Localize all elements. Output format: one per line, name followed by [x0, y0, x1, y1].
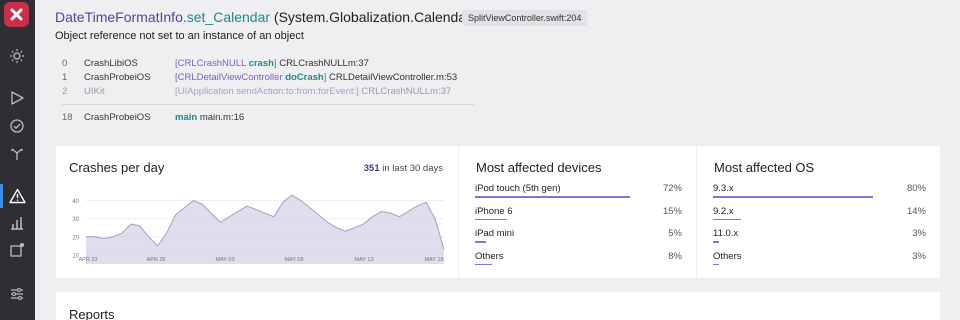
device-bar [475, 196, 631, 198]
stack-divider [62, 104, 474, 105]
check-circle-icon[interactable] [7, 116, 27, 136]
play-icon[interactable] [7, 88, 27, 108]
devices-list: iPod touch (5th gen) 72% iPhone 6 15% iPad… [475, 183, 682, 273]
device-percent: 15% [662, 205, 682, 217]
app-logo[interactable] [4, 2, 29, 27]
device-percent: 72% [662, 183, 682, 194]
bar-chart-icon[interactable] [7, 213, 27, 233]
x-tick-label: MAY 13 [354, 257, 373, 263]
x-tick-label: MAY 03 [215, 257, 234, 263]
reports-panel: Reports [56, 292, 940, 320]
frame-index: 18 [62, 112, 73, 123]
crash-method-name: set_Calendar [186, 9, 271, 25]
device-name: Others [475, 250, 504, 262]
stack-frame-main[interactable]: 18 CrashProbeiOS main main.m:16 [62, 111, 474, 125]
stack-frame[interactable]: 0 CrashLibiOS [CRLCrashNULL crash] CRLCr… [62, 57, 474, 71]
frame-library: CrashProbeiOS [84, 72, 151, 83]
warning-icon[interactable] [7, 186, 27, 206]
frame-index: 2 [62, 86, 68, 97]
crash-class-name: DateTimeFormatInfo. [55, 9, 187, 25]
os-percent: 3% [912, 228, 926, 239]
crashes-area [86, 195, 444, 264]
device-percent: 5% [668, 228, 682, 239]
os-bar [713, 263, 719, 265]
file-badge[interactable]: SplitViewController.swift:204 [462, 10, 588, 26]
stack-trace: 0 CrashLibiOS [CRLCrashNULL crash] CRLCr… [62, 57, 474, 99]
devices-panel: Most affected devices iPod touch (5th ge… [459, 146, 696, 278]
frame-library: UIKit [84, 86, 105, 97]
os-row[interactable]: 9.2.x 14% [713, 206, 926, 229]
os-list: 9.3.x 80% 9.2.x 14% 11.0.x 3% Others 3% [713, 183, 926, 273]
os-bar [713, 218, 741, 220]
stack-frame[interactable]: 2 UIKit [UIApplication sendAction:to:fro… [62, 85, 474, 99]
frame-library: CrashLibiOS [84, 58, 138, 69]
x-tick-label: APR 28 [147, 257, 166, 263]
os-row[interactable]: Others 3% [713, 251, 926, 274]
y-tick-label: 30 [72, 217, 79, 223]
frame-symbol: [CRLCrashNULL crash] CRLCrashNULLm:37 [175, 58, 369, 69]
active-indicator [0, 184, 3, 208]
os-percent: 3% [912, 250, 926, 262]
stack-frame[interactable]: 1 CrashProbeiOS [CRLDetailViewController… [62, 71, 474, 85]
os-name: 9.2.x [713, 205, 734, 217]
device-bar [475, 263, 493, 265]
os-bar [713, 241, 719, 243]
device-name: iPad mini [475, 228, 515, 239]
frame-library: CrashProbeiOS [84, 112, 151, 123]
frame-symbol: [UIApplication sendAction:to:from:forEve… [175, 86, 452, 97]
device-row[interactable]: iPad mini 5% [475, 228, 682, 251]
reports-title: Reports [69, 307, 115, 320]
frame-index: 1 [62, 72, 68, 83]
os-percent: 80% [906, 183, 926, 194]
y-tick-label: 20 [72, 235, 79, 241]
device-bar [475, 218, 508, 220]
x-tick-label: MAY 08 [284, 257, 303, 263]
sun-icon[interactable] [7, 46, 27, 66]
os-bar [713, 196, 873, 198]
device-bar [475, 241, 486, 243]
os-percent: 14% [906, 205, 926, 217]
devices-title: Most affected devices [476, 160, 602, 175]
frame-index: 0 [62, 58, 68, 69]
frame-symbol: [CRLDetailViewController doCrash] CRLDet… [175, 72, 458, 83]
os-title: Most affected OS [714, 160, 815, 175]
app-logo-icon [10, 8, 23, 21]
os-name: 9.3.x [713, 183, 734, 194]
fork-icon[interactable] [7, 144, 27, 164]
crash-message: Object reference not set to an instance … [55, 30, 304, 42]
y-tick-label: 40 [72, 199, 79, 205]
device-row[interactable]: Others 8% [475, 251, 682, 274]
device-percent: 8% [668, 250, 682, 262]
crashes-chart[interactable]: 10203040APR 23 APR 28 MAY 03 MAY 08 MAY 13 MA… [56, 146, 458, 278]
device-row[interactable]: iPhone 6 15% [475, 206, 682, 229]
os-name: 11.0.x [713, 228, 739, 239]
device-name: iPhone 6 [475, 205, 513, 217]
device-name: iPod touch (5th gen) [475, 183, 561, 194]
crash-title: DateTimeFormatInfo.set_Calendar (System.… [55, 9, 513, 25]
crashes-panel: Crashes per day 351 in last 30 days 10 20… [56, 146, 458, 278]
x-tick-label: APR 23 [79, 257, 98, 263]
device-row[interactable]: iPod touch (5th gen) 72% [475, 183, 682, 206]
sidebar [0, 0, 35, 320]
x-tick-label: MAY 18 [424, 257, 443, 263]
os-name: Others [713, 250, 742, 262]
sliders-icon[interactable] [7, 284, 27, 304]
os-panel: Most affected OS 9.3.x 80% 9.2.x 14% 11.0.… [697, 146, 940, 278]
frame-symbol: main main.m:16 [175, 112, 245, 123]
os-row[interactable]: 11.0.x 3% [713, 228, 926, 251]
os-row[interactable]: 9.3.x 80% [713, 183, 926, 206]
notification-square-icon[interactable] [7, 240, 27, 260]
